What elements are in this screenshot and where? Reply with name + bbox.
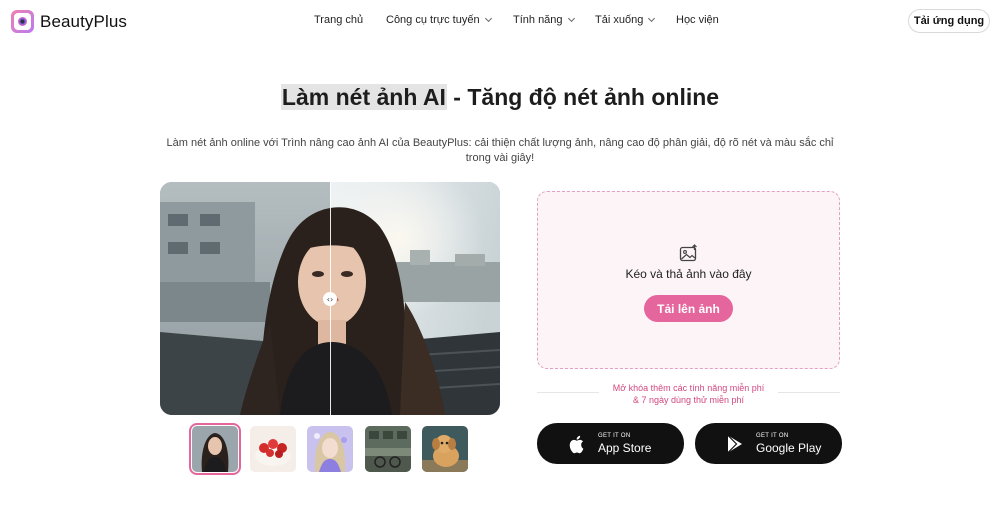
site-header: BeautyPlus Trang chủ Công cụ trực tuyến … xyxy=(0,0,1000,42)
chevron-down-icon xyxy=(484,14,492,23)
thumbnail-street[interactable] xyxy=(365,426,411,472)
nav-item-home[interactable]: Trang chủ xyxy=(314,14,363,26)
thumbnail-portrait[interactable] xyxy=(189,423,241,475)
puppy-thumbnail-image xyxy=(422,426,468,472)
image-upload-icon xyxy=(679,244,697,262)
portrait-thumbnail-image xyxy=(192,426,238,472)
page-title-highlight: Làm nét ảnh AI xyxy=(280,84,447,110)
thumbnail-puppy[interactable] xyxy=(422,426,468,472)
store-small-text: GET IT ON xyxy=(756,433,789,439)
nav-item-label: Tính năng xyxy=(513,14,563,26)
nav-item-label: Trang chủ xyxy=(314,14,364,26)
nav-item-label: Học viện xyxy=(676,14,719,26)
free-trial-promo: Mở khóa thêm các tính năng miễn phí & 7 … xyxy=(537,382,840,406)
get-app-button[interactable]: Tải ứng dụng xyxy=(908,9,990,33)
nav-item-label: Tải xuống xyxy=(595,14,644,26)
chevron-down-icon xyxy=(567,14,575,23)
app-store-button[interactable]: GET IT ON App Store xyxy=(537,423,684,464)
main-nav: Trang chủ Công cụ trực tuyến Tính năng T… xyxy=(0,14,1000,30)
store-small-text: GET IT ON xyxy=(598,433,631,439)
nav-item-features[interactable]: Tính năng xyxy=(513,14,575,26)
chevron-down-icon xyxy=(648,14,656,23)
handle-glyph: ‹› xyxy=(326,294,334,304)
thumbnail-cake[interactable] xyxy=(250,426,296,472)
before-after-comparison[interactable]: ‹› xyxy=(160,182,500,415)
illustration-thumbnail-image xyxy=(307,426,353,472)
thumbnail-illustration[interactable] xyxy=(307,426,353,472)
nav-item-online-tools[interactable]: Công cụ trực tuyến xyxy=(386,14,492,26)
store-name: Google Play xyxy=(756,441,822,455)
store-name: App Store xyxy=(598,441,652,455)
promo-line-1: Mở khóa thêm các tính năng miễn phí xyxy=(612,383,765,393)
page-title: Làm nét ảnh AI - Tăng độ nét ảnh online xyxy=(0,84,1000,111)
nav-item-label: Công cụ trực tuyến xyxy=(386,14,480,26)
page-subtitle: Làm nét ảnh online với Trình nâng cao ản… xyxy=(166,137,834,164)
page-title-rest: - Tăng độ nét ảnh online xyxy=(446,84,720,110)
nav-item-downloads[interactable]: Tải xuống xyxy=(595,14,656,26)
upload-dropzone[interactable]: Kéo và thả ảnh vào đây Tải lên ảnh xyxy=(537,191,840,369)
nav-item-academy[interactable]: Học viện xyxy=(676,14,719,26)
dropzone-text: Kéo và thả ảnh vào đây xyxy=(625,267,752,281)
promo-line-2: & 7 ngày dùng thử miễn phí xyxy=(632,395,745,405)
apple-icon xyxy=(569,435,584,454)
left-right-arrows-icon[interactable]: ‹› xyxy=(323,292,337,306)
street-thumbnail-image xyxy=(365,426,411,472)
google-play-button[interactable]: GET IT ON Google Play xyxy=(695,423,842,464)
cake-thumbnail-image xyxy=(250,426,296,472)
upload-photo-button[interactable]: Tải lên ảnh xyxy=(644,295,733,322)
play-triangle-icon xyxy=(727,435,742,453)
